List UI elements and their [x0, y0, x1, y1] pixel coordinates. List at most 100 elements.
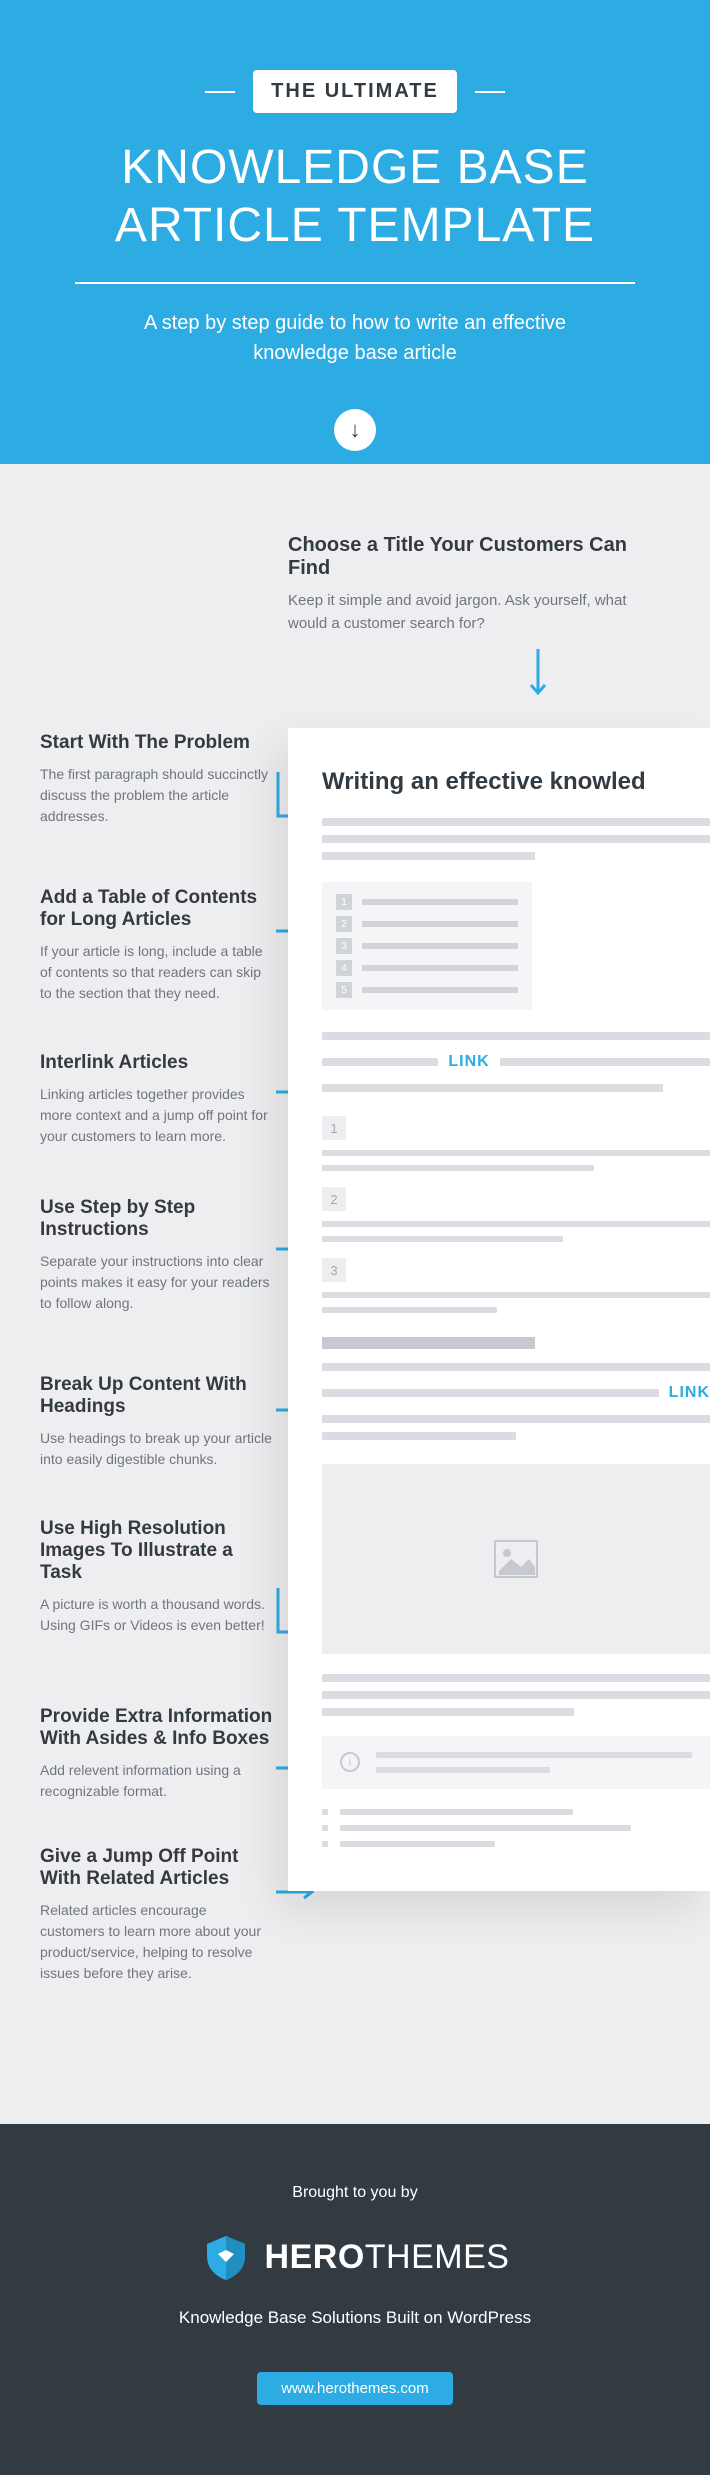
subtitle: A step by step guide to how to write an …	[115, 308, 595, 368]
title-line1: KNOWLEDGE BASE	[121, 141, 588, 194]
related-item	[322, 1809, 710, 1815]
rule-right	[475, 91, 505, 93]
step-related: Give a Jump Off Point With Related Artic…	[40, 1846, 274, 1984]
mock-steps: 1 2 3	[322, 1116, 710, 1313]
tagline: Knowledge Base Solutions Built on WordPr…	[40, 2308, 670, 2328]
placeholder-line	[322, 1292, 710, 1298]
bullet-icon	[322, 1825, 328, 1831]
step-toc: Add a Table of Contents for Long Article…	[40, 887, 274, 1004]
placeholder-line	[362, 899, 518, 905]
link-line: LINK	[322, 1049, 710, 1075]
placeholder-line	[322, 1307, 497, 1313]
step-num: 3	[322, 1258, 346, 1282]
logo-brand2: THEMES	[365, 2238, 510, 2276]
step-desc: Keep it simple and avoid jargon. Ask you…	[288, 590, 668, 635]
step-title: Add a Table of Contents for Long Article…	[40, 887, 274, 931]
url-link[interactable]: www.herothemes.com	[257, 2372, 453, 2405]
step-desc: The first paragraph should succinctly di…	[40, 764, 274, 827]
related-item	[322, 1825, 710, 1831]
mock-heading	[322, 1337, 535, 1349]
step-interlink: Interlink Articles Linking articles toge…	[40, 1052, 274, 1147]
mock-link: LINK	[448, 1053, 489, 1071]
placeholder-line	[322, 1084, 663, 1092]
step-choose-title: Choose a Title Your Customers Can Find K…	[288, 534, 668, 706]
step-desc: If your article is long, include a table…	[40, 941, 274, 1004]
placeholder-line	[322, 1032, 710, 1040]
toc-num: 3	[336, 938, 352, 954]
step-desc: Linking articles together provides more …	[40, 1084, 274, 1147]
step-title: Choose a Title Your Customers Can Find	[288, 534, 668, 580]
toc-row: 2	[336, 916, 518, 932]
arrow-down-icon	[408, 647, 668, 706]
link-line: LINK	[322, 1380, 710, 1406]
step-title: Provide Extra Information With Asides & …	[40, 1706, 274, 1750]
footer: Brought to you by HEROTHEMES Knowledge B…	[0, 2124, 710, 2475]
placeholder-line	[322, 1165, 594, 1171]
content-row: Start With The Problem The first paragra…	[0, 728, 710, 2028]
step-desc: A picture is worth a thousand words. Usi…	[40, 1594, 274, 1636]
bullet-icon	[322, 1841, 328, 1847]
mock-toc: 1 2 3 4 5	[322, 882, 532, 1010]
step-asides: Provide Extra Information With Asides & …	[40, 1706, 274, 1802]
step-title: Use High Resolution Images To Illustrate…	[40, 1518, 274, 1584]
mock-title: Writing an effective knowled	[322, 768, 710, 796]
body: Choose a Title Your Customers Can Find K…	[0, 464, 710, 2124]
placeholder-line	[322, 852, 535, 860]
step-desc: Add relevent information using a recogni…	[40, 1760, 274, 1802]
step-num: 1	[322, 1116, 346, 1140]
mock-infobox: i	[322, 1736, 710, 1789]
placeholder-line	[322, 1389, 659, 1397]
logo: HEROTHEMES	[40, 2232, 670, 2282]
step-instructions: Use Step by Step Instructions Separate y…	[40, 1197, 274, 1314]
info-icon: i	[340, 1752, 360, 1772]
toc-num: 1	[336, 894, 352, 910]
placeholder-line	[322, 818, 710, 826]
step-title: Start With The Problem	[40, 732, 274, 754]
step-desc: Use headings to break up your article in…	[40, 1428, 274, 1470]
placeholder-line	[376, 1752, 692, 1758]
placeholder-line	[340, 1841, 495, 1847]
info-lines	[376, 1752, 692, 1773]
related-item	[322, 1841, 710, 1847]
step-title: Interlink Articles	[40, 1052, 274, 1074]
step-title: Give a Jump Off Point With Related Artic…	[40, 1846, 274, 1890]
step-headings: Break Up Content With Headings Use headi…	[40, 1374, 274, 1470]
brought-by: Brought to you by	[40, 2184, 670, 2202]
placeholder-line	[322, 1674, 710, 1682]
mock-heading-block: LINK	[322, 1337, 710, 1440]
step-start-problem: Start With The Problem The first paragra…	[40, 732, 274, 827]
step-title: Break Up Content With Headings	[40, 1374, 274, 1418]
placeholder-line	[500, 1058, 710, 1066]
step-num: 2	[322, 1187, 346, 1211]
title-line2: ARTICLE TEMPLATE	[115, 199, 595, 252]
toc-num: 5	[336, 982, 352, 998]
placeholder-line	[362, 965, 518, 971]
mock-related	[322, 1809, 710, 1847]
article-mockup: Writing an effective knowled 1 2 3 4 5 L…	[288, 728, 710, 1891]
placeholder-line	[322, 1691, 710, 1699]
shield-icon	[201, 2232, 251, 2282]
placeholder-line	[322, 1432, 516, 1440]
left-column: Start With The Problem The first paragra…	[0, 728, 288, 2028]
placeholder-line	[322, 1058, 438, 1066]
rule-left	[205, 91, 235, 93]
step-title: Use Step by Step Instructions	[40, 1197, 274, 1241]
down-arrow-icon: ↓	[334, 409, 376, 451]
step-desc: Related articles encourage customers to …	[40, 1900, 274, 1984]
placeholder-line	[322, 1415, 710, 1423]
logo-text: HEROTHEMES	[265, 2238, 510, 2277]
toc-row: 5	[336, 982, 518, 998]
mock-link: LINK	[669, 1384, 710, 1402]
badge: THE ULTIMATE	[253, 70, 457, 113]
placeholder-line	[340, 1825, 631, 1831]
logo-brand: HERO	[265, 2238, 365, 2276]
placeholder-line	[362, 921, 518, 927]
toc-row: 3	[336, 938, 518, 954]
mock-image-placeholder	[322, 1464, 710, 1654]
step-images: Use High Resolution Images To Illustrate…	[40, 1518, 274, 1636]
placeholder-line	[362, 987, 518, 993]
toc-row: 1	[336, 894, 518, 910]
divider	[75, 282, 635, 284]
placeholder-line	[322, 1236, 563, 1242]
page-title: KNOWLEDGE BASE ARTICLE TEMPLATE	[50, 139, 660, 254]
